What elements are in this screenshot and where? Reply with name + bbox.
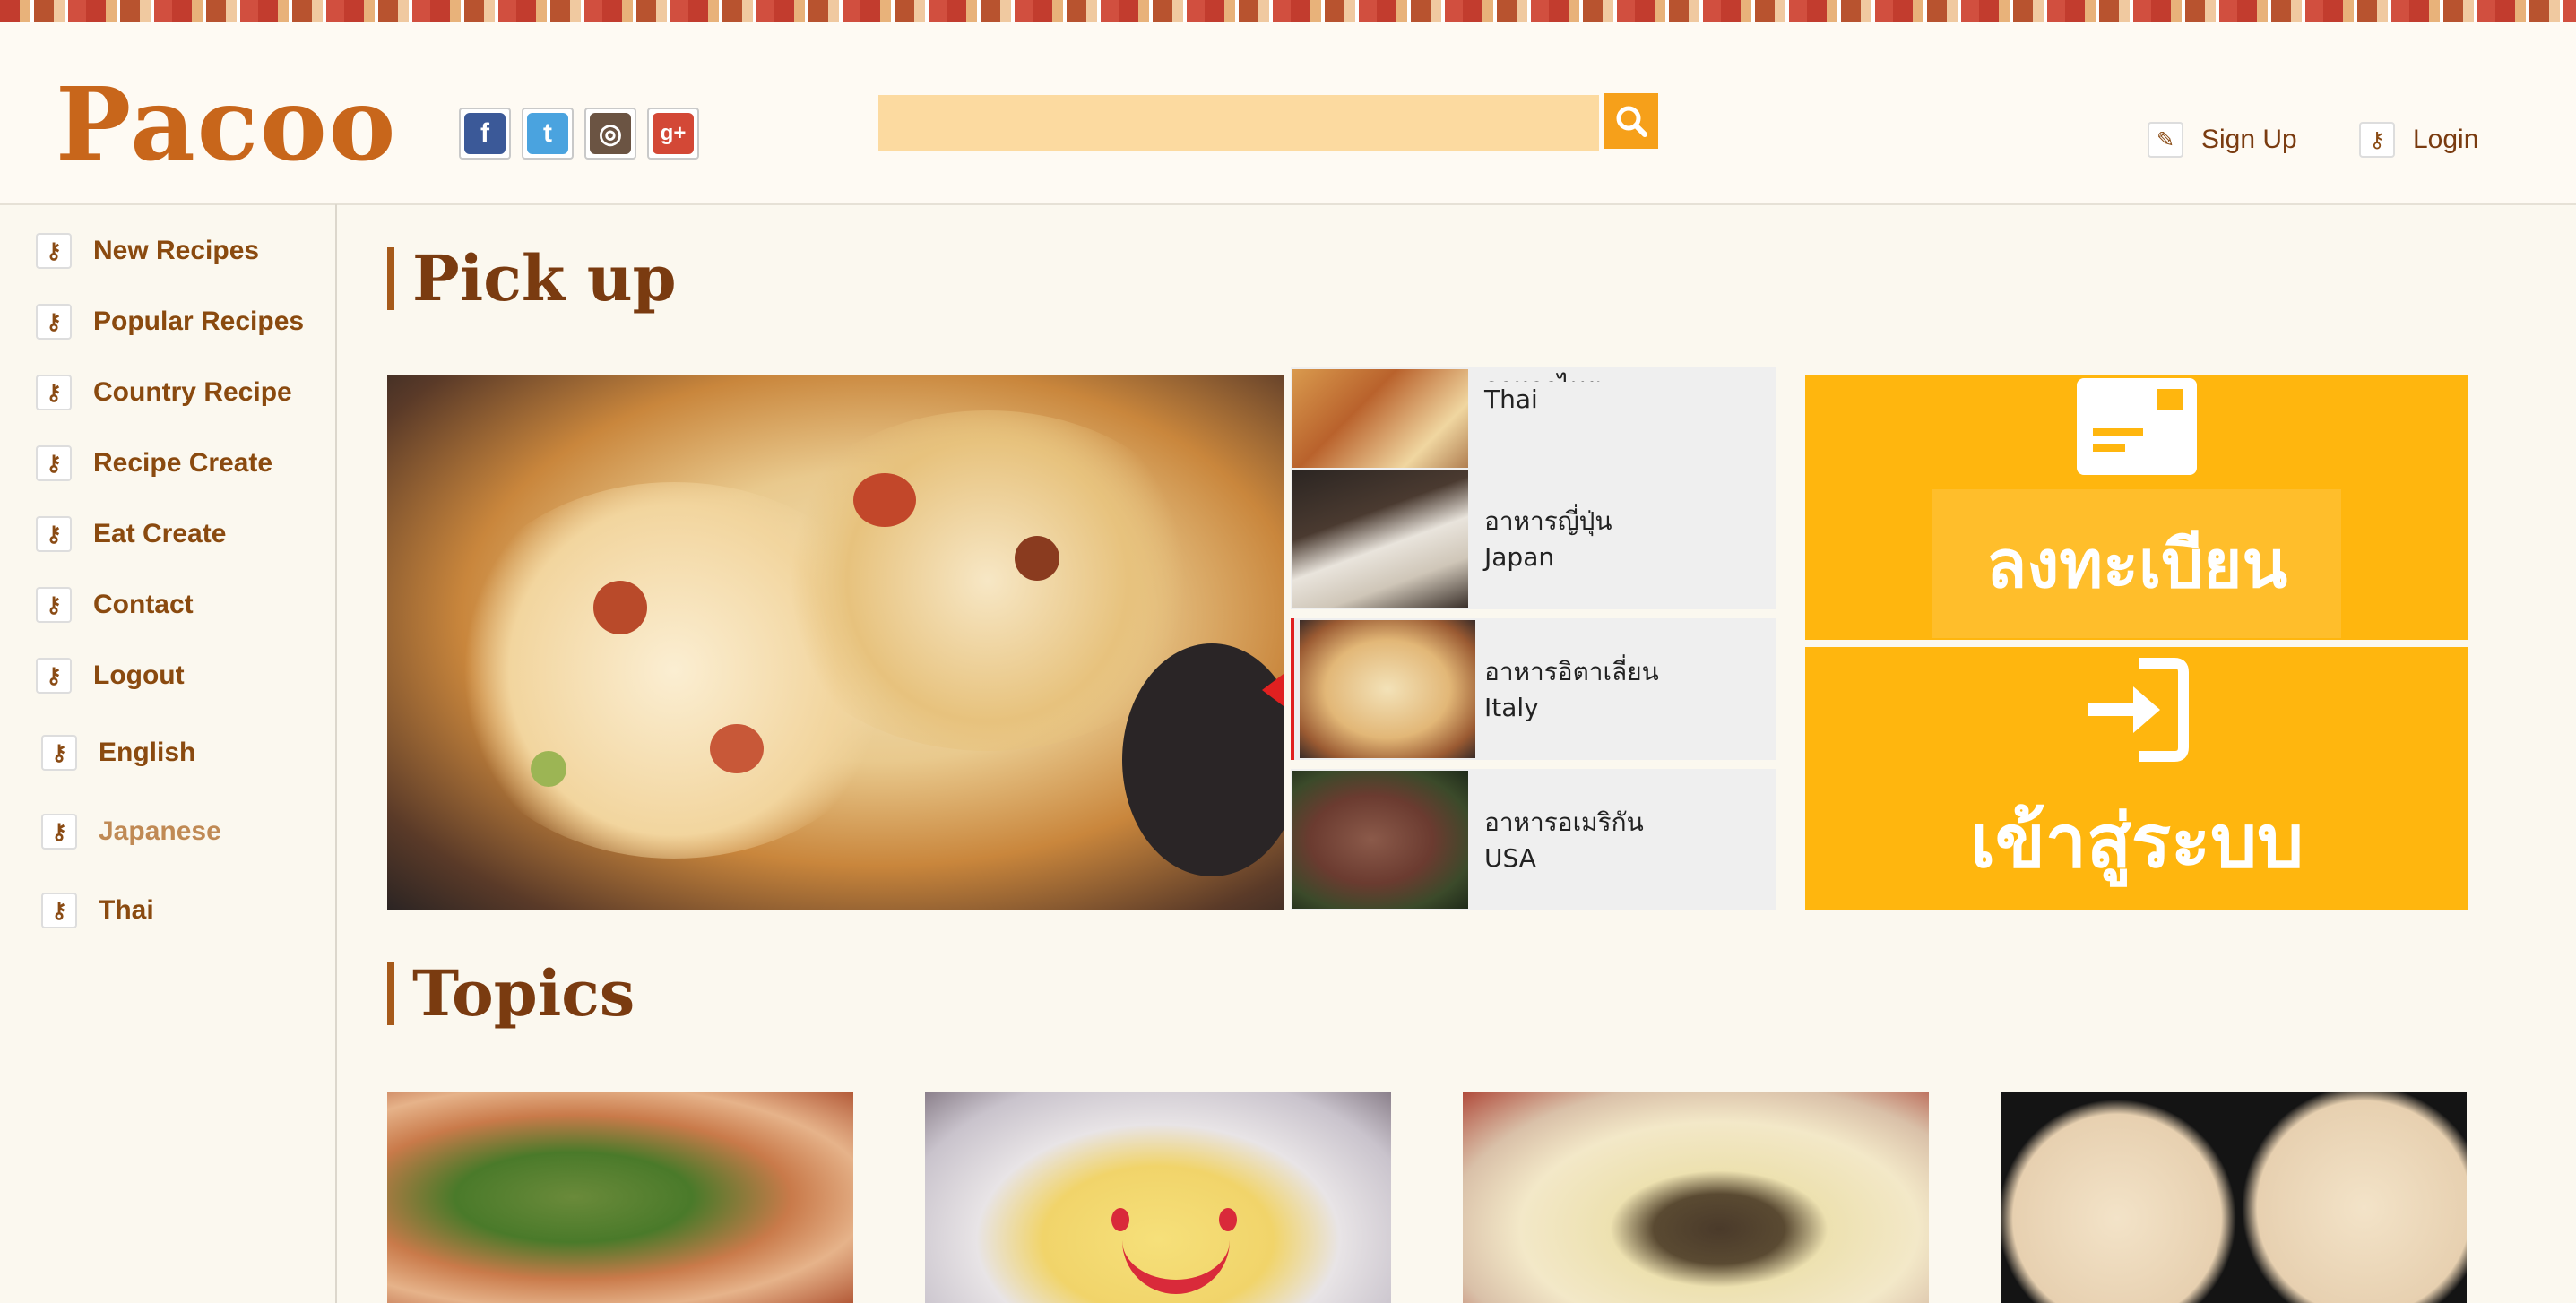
category-item-italy[interactable]: อาหารอิตาเลี่ยน Italy bbox=[1291, 618, 1776, 760]
login-link[interactable]: ⚷ Login bbox=[2359, 122, 2478, 158]
category-thai-label: อาหารอิตาเลี่ยน bbox=[1484, 657, 1659, 686]
key-icon: ⚷ bbox=[2359, 122, 2395, 158]
search-icon bbox=[1616, 106, 1647, 137]
sidebar-item-recipe-create[interactable]: ⚷ Recipe Create bbox=[36, 445, 272, 481]
key-icon: ⚷ bbox=[36, 445, 72, 481]
topic-image-4[interactable] bbox=[2001, 1092, 2467, 1303]
sidebar-item-japanese[interactable]: ⚷ Japanese bbox=[41, 814, 221, 850]
japan-food-thumbnail bbox=[1292, 470, 1468, 608]
site-logo[interactable]: Pacoo bbox=[56, 75, 397, 176]
key-icon: ⚷ bbox=[36, 233, 72, 269]
sidebar-item-contact[interactable]: ⚷ Contact bbox=[36, 587, 194, 623]
search-button[interactable] bbox=[1604, 93, 1658, 149]
sidebar: ⚷ New Recipes ⚷ Popular Recipes ⚷ Country R… bbox=[0, 204, 337, 1303]
ketchup-eye-right bbox=[1219, 1208, 1237, 1231]
category-list: อาหารไทย Thai อาหารญี่ปุ่น Japan อาหารอิตา… bbox=[1291, 367, 1776, 910]
sidebar-item-country-recipe[interactable]: ⚷ Country Recipe bbox=[36, 375, 292, 410]
topics-heading: Topics bbox=[387, 962, 635, 1025]
social-links: f t ◎ g+ bbox=[459, 108, 699, 160]
key-icon: ⚷ bbox=[36, 375, 72, 410]
sidebar-item-new-recipes[interactable]: ⚷ New Recipes bbox=[36, 233, 259, 269]
register-button[interactable]: ลงทะเบียน bbox=[1805, 375, 2468, 640]
category-item-usa[interactable]: อาหารอเมริกัน USA bbox=[1291, 769, 1776, 910]
category-thai-label: อาหารไทย bbox=[1484, 369, 1602, 382]
sidebar-item-eat-create[interactable]: ⚷ Eat Create bbox=[36, 516, 226, 552]
sidebar-item-logout[interactable]: ⚷ Logout bbox=[36, 658, 185, 694]
usa-food-thumbnail bbox=[1292, 771, 1468, 909]
key-icon: ⚷ bbox=[36, 304, 72, 340]
category-en-label: USA bbox=[1484, 843, 1536, 873]
key-icon: ⚷ bbox=[36, 587, 72, 623]
pickup-heading: Pick up bbox=[387, 247, 677, 310]
category-thai-label: อาหารอเมริกัน bbox=[1484, 807, 1644, 837]
italy-food-thumbnail bbox=[1300, 620, 1475, 758]
sidebar-item-thai[interactable]: ⚷ Thai bbox=[41, 893, 154, 928]
active-category-indicator bbox=[1262, 674, 1284, 706]
topic-image-1[interactable] bbox=[387, 1092, 853, 1303]
login-arrow-icon bbox=[2088, 658, 2189, 762]
sidebar-item-english[interactable]: ⚷ English bbox=[41, 735, 195, 771]
instagram-icon[interactable]: ◎ bbox=[584, 108, 636, 160]
signup-link[interactable]: ✎ Sign Up bbox=[2148, 122, 2297, 158]
ketchup-smile bbox=[1122, 1226, 1230, 1294]
key-icon: ⚷ bbox=[41, 735, 77, 771]
search-input[interactable] bbox=[878, 95, 1599, 151]
category-thai-label: อาหารญี่ปุ่น bbox=[1484, 506, 1612, 536]
key-icon: ⚷ bbox=[41, 893, 77, 928]
category-item-japan[interactable]: อาหารญี่ปุ่น Japan bbox=[1291, 468, 1776, 609]
sidebar-item-popular-recipes[interactable]: ⚷ Popular Recipes bbox=[36, 304, 304, 340]
envelope-icon bbox=[2077, 378, 2197, 475]
facebook-icon[interactable]: f bbox=[459, 108, 511, 160]
key-icon: ⚷ bbox=[36, 516, 72, 552]
topic-image-3[interactable] bbox=[1463, 1092, 1929, 1303]
key-icon: ⚷ bbox=[41, 814, 77, 850]
topic-image-2[interactable] bbox=[925, 1092, 1391, 1303]
category-en-label: Italy bbox=[1484, 693, 1539, 722]
ketchup-eye-left bbox=[1111, 1208, 1129, 1231]
category-en-label: Japan bbox=[1484, 542, 1555, 572]
decorative-top-stripe bbox=[0, 0, 2576, 22]
key-icon: ⚷ bbox=[36, 658, 72, 694]
login-cta-button[interactable]: เข้าสู่ระบบ bbox=[1805, 647, 2468, 910]
site-header: Pacoo f t ◎ g+ ✎ Sign Up ⚷ Login bbox=[0, 22, 2576, 205]
category-en-label: Thai bbox=[1484, 384, 1538, 414]
twitter-icon[interactable]: t bbox=[522, 108, 574, 160]
pencil-icon: ✎ bbox=[2148, 122, 2183, 158]
google-plus-icon[interactable]: g+ bbox=[647, 108, 699, 160]
hero-pizza-image[interactable] bbox=[387, 375, 1284, 910]
